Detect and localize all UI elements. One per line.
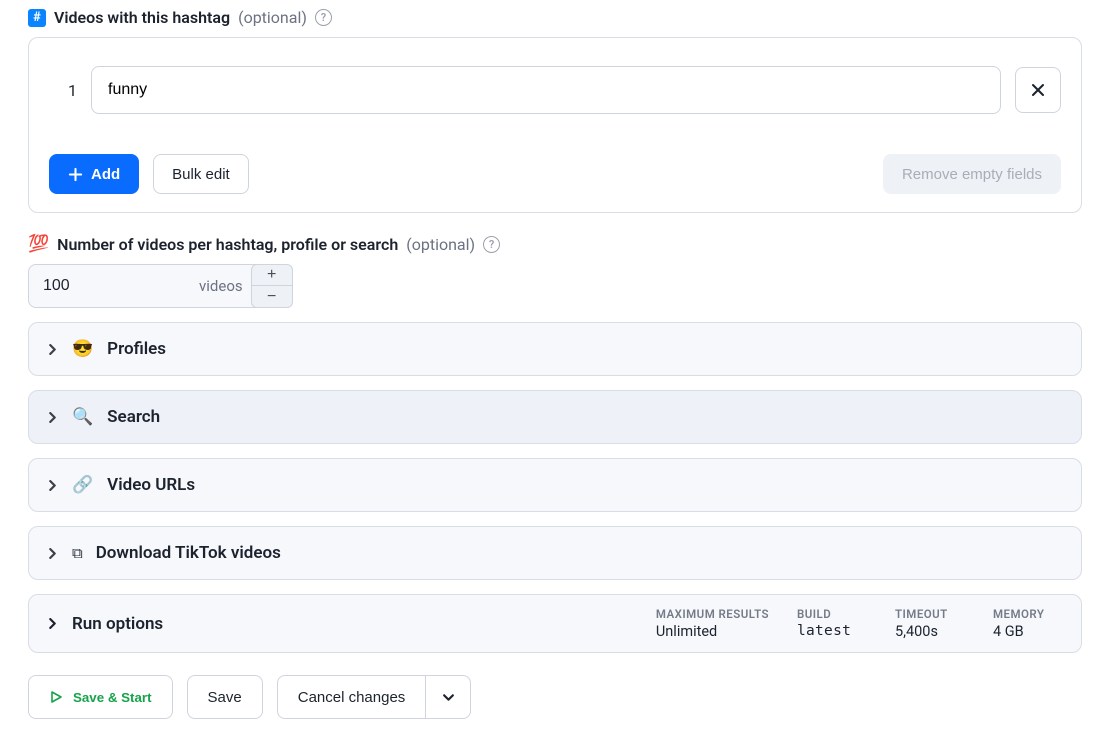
profiles-section[interactable]: 😎 Profiles bbox=[28, 322, 1082, 376]
stat-value: latest bbox=[797, 623, 867, 639]
link-icon: 🔗 bbox=[72, 475, 93, 495]
hashtags-section-title: # Videos with this hashtag (optional) ? bbox=[28, 8, 1082, 27]
stat-build: BUILD latest bbox=[797, 607, 867, 640]
plus-icon bbox=[68, 167, 83, 182]
stat-label: TIMEOUT bbox=[895, 607, 965, 621]
profiles-title: Profiles bbox=[107, 339, 166, 359]
hashtag-input[interactable] bbox=[91, 66, 1001, 114]
remove-row-button[interactable] bbox=[1015, 67, 1061, 113]
step-down-button[interactable]: − bbox=[251, 286, 293, 308]
chevron-right-icon bbox=[47, 614, 58, 633]
row-index: 1 bbox=[49, 81, 77, 100]
step-up-button[interactable]: + bbox=[251, 264, 293, 286]
chevron-right-icon bbox=[47, 480, 58, 491]
help-icon[interactable]: ? bbox=[315, 9, 332, 26]
chevron-right-icon bbox=[47, 412, 58, 423]
stat-memory: MEMORY 4 GB bbox=[993, 607, 1063, 640]
num-stepper: + − bbox=[251, 264, 293, 308]
add-button[interactable]: Add bbox=[49, 154, 139, 194]
cancel-label: Cancel changes bbox=[298, 689, 406, 706]
num-videos-label: Number of videos per hashtag, profile or… bbox=[57, 235, 398, 254]
hundred-icon: 💯 bbox=[28, 236, 49, 253]
bulk-edit-label: Bulk edit bbox=[172, 166, 230, 183]
stat-value: Unlimited bbox=[656, 623, 769, 640]
video-urls-section[interactable]: 🔗 Video URLs bbox=[28, 458, 1082, 512]
magnifier-icon: 🔍 bbox=[72, 407, 93, 427]
footer-actions: Save & Start Save Cancel changes bbox=[28, 675, 1082, 719]
close-icon bbox=[1030, 82, 1046, 98]
hashtags-optional: (optional) bbox=[238, 8, 307, 27]
stat-value: 5,400s bbox=[895, 623, 965, 640]
save-label: Save bbox=[208, 689, 242, 706]
num-videos-input[interactable] bbox=[29, 265, 199, 307]
cancel-button[interactable]: Cancel changes bbox=[277, 675, 427, 719]
remove-empty-label: Remove empty fields bbox=[902, 166, 1042, 183]
chevron-right-icon bbox=[47, 344, 58, 355]
hashtags-label: Videos with this hashtag bbox=[54, 8, 230, 27]
run-options-title: Run options bbox=[72, 614, 163, 634]
chevron-right-icon bbox=[47, 548, 58, 559]
num-videos-optional: (optional) bbox=[406, 235, 475, 254]
download-title: Download TikTok videos bbox=[96, 543, 281, 563]
stat-label: BUILD bbox=[797, 607, 867, 621]
run-stats: MAXIMUM RESULTS Unlimited BUILD latest T… bbox=[656, 607, 1063, 640]
save-start-label: Save & Start bbox=[73, 690, 152, 705]
video-urls-title: Video URLs bbox=[107, 475, 195, 495]
bulk-edit-button[interactable]: Bulk edit bbox=[153, 154, 249, 194]
film-icon: ⧉ bbox=[72, 544, 82, 562]
cancel-menu-button[interactable] bbox=[425, 675, 471, 719]
hashtag-icon: # bbox=[28, 9, 46, 27]
stat-label: MEMORY bbox=[993, 607, 1063, 621]
help-icon[interactable]: ? bbox=[483, 236, 500, 253]
hashtag-row: 1 bbox=[49, 66, 1061, 114]
chevron-down-icon bbox=[442, 691, 455, 704]
stat-max-results: MAXIMUM RESULTS Unlimited bbox=[656, 607, 769, 640]
hashtag-actions: Add Bulk edit Remove empty fields bbox=[49, 154, 1061, 194]
download-section[interactable]: ⧉ Download TikTok videos bbox=[28, 526, 1082, 580]
run-options-toggle[interactable]: Run options bbox=[47, 614, 163, 634]
save-button[interactable]: Save bbox=[187, 675, 263, 719]
add-label: Add bbox=[91, 166, 120, 183]
num-videos-title: 💯 Number of videos per hashtag, profile … bbox=[28, 235, 1082, 254]
stat-value: 4 GB bbox=[993, 623, 1063, 640]
stat-timeout: TIMEOUT 5,400s bbox=[895, 607, 965, 640]
num-videos-input-wrap: videos + − bbox=[28, 264, 293, 308]
sunglasses-icon: 😎 bbox=[72, 339, 93, 359]
stat-label: MAXIMUM RESULTS bbox=[656, 607, 769, 621]
remove-empty-button: Remove empty fields bbox=[883, 154, 1061, 194]
run-options-panel: Run options MAXIMUM RESULTS Unlimited BU… bbox=[28, 594, 1082, 653]
search-section[interactable]: 🔍 Search bbox=[28, 390, 1082, 444]
search-title: Search bbox=[107, 407, 160, 427]
num-videos-unit: videos bbox=[199, 265, 251, 307]
hashtags-box: 1 Add Bulk edit Remove empty fields bbox=[28, 37, 1082, 213]
save-start-button[interactable]: Save & Start bbox=[28, 675, 173, 719]
play-icon bbox=[49, 690, 63, 704]
